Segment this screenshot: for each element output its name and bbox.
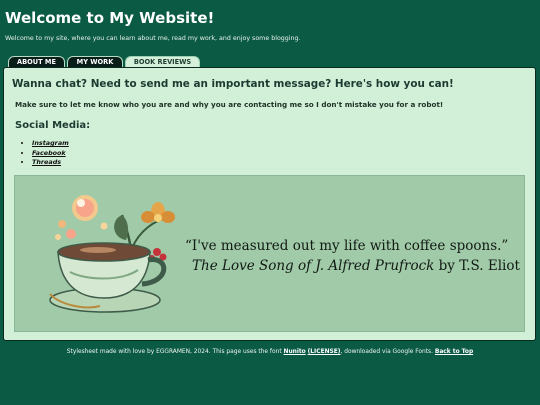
coffee-cup-illustration — [49, 195, 175, 313]
bubble — [55, 234, 61, 240]
license-link[interactable]: (LICENSE) — [308, 349, 341, 355]
leaf-icon — [114, 215, 129, 240]
bubble — [66, 229, 76, 239]
social-media-heading: Social Media: — [15, 120, 91, 131]
list-item: Threads — [32, 158, 69, 168]
footer-text: Stylesheet made with love by EGGRAMEN, 2… — [66, 349, 284, 355]
list-item: Facebook — [32, 149, 69, 159]
quote-text: “I've measured out my life with coffee s… — [185, 238, 509, 254]
site-subtitle: Welcome to my site, where you can learn … — [5, 35, 301, 42]
back-to-top-link[interactable]: Back to Top — [435, 349, 473, 355]
footer-text-2: , downloaded via Google Fonts. — [340, 349, 435, 355]
quote-citation: The Love Song of J. Alfred Prufrock by T… — [192, 258, 520, 274]
list-item: Instagram — [32, 139, 69, 149]
font-link[interactable]: Nunito — [284, 349, 306, 355]
contact-heading: Wanna chat? Need to send me an important… — [12, 78, 454, 90]
contact-intro: Make sure to let me know who you are and… — [15, 100, 444, 109]
site-title: Welcome to My Website! — [5, 9, 215, 27]
bubble — [100, 222, 108, 230]
instagram-link[interactable]: Instagram — [32, 139, 69, 147]
coffee-foam — [80, 247, 116, 253]
page-footer: Stylesheet made with love by EGGRAMEN, 2… — [0, 349, 540, 355]
poem-author: by T.S. Eliot — [434, 258, 520, 274]
poem-title: The Love Song of J. Alfred Prufrock — [192, 258, 435, 274]
bubble-highlight — [77, 199, 85, 207]
social-media-list: Instagram Facebook Threads — [24, 139, 69, 168]
flower-icon — [141, 202, 175, 223]
bubble — [58, 220, 66, 228]
threads-link[interactable]: Threads — [32, 158, 61, 166]
facebook-link[interactable]: Facebook — [32, 149, 66, 157]
berry-icon — [153, 248, 161, 256]
